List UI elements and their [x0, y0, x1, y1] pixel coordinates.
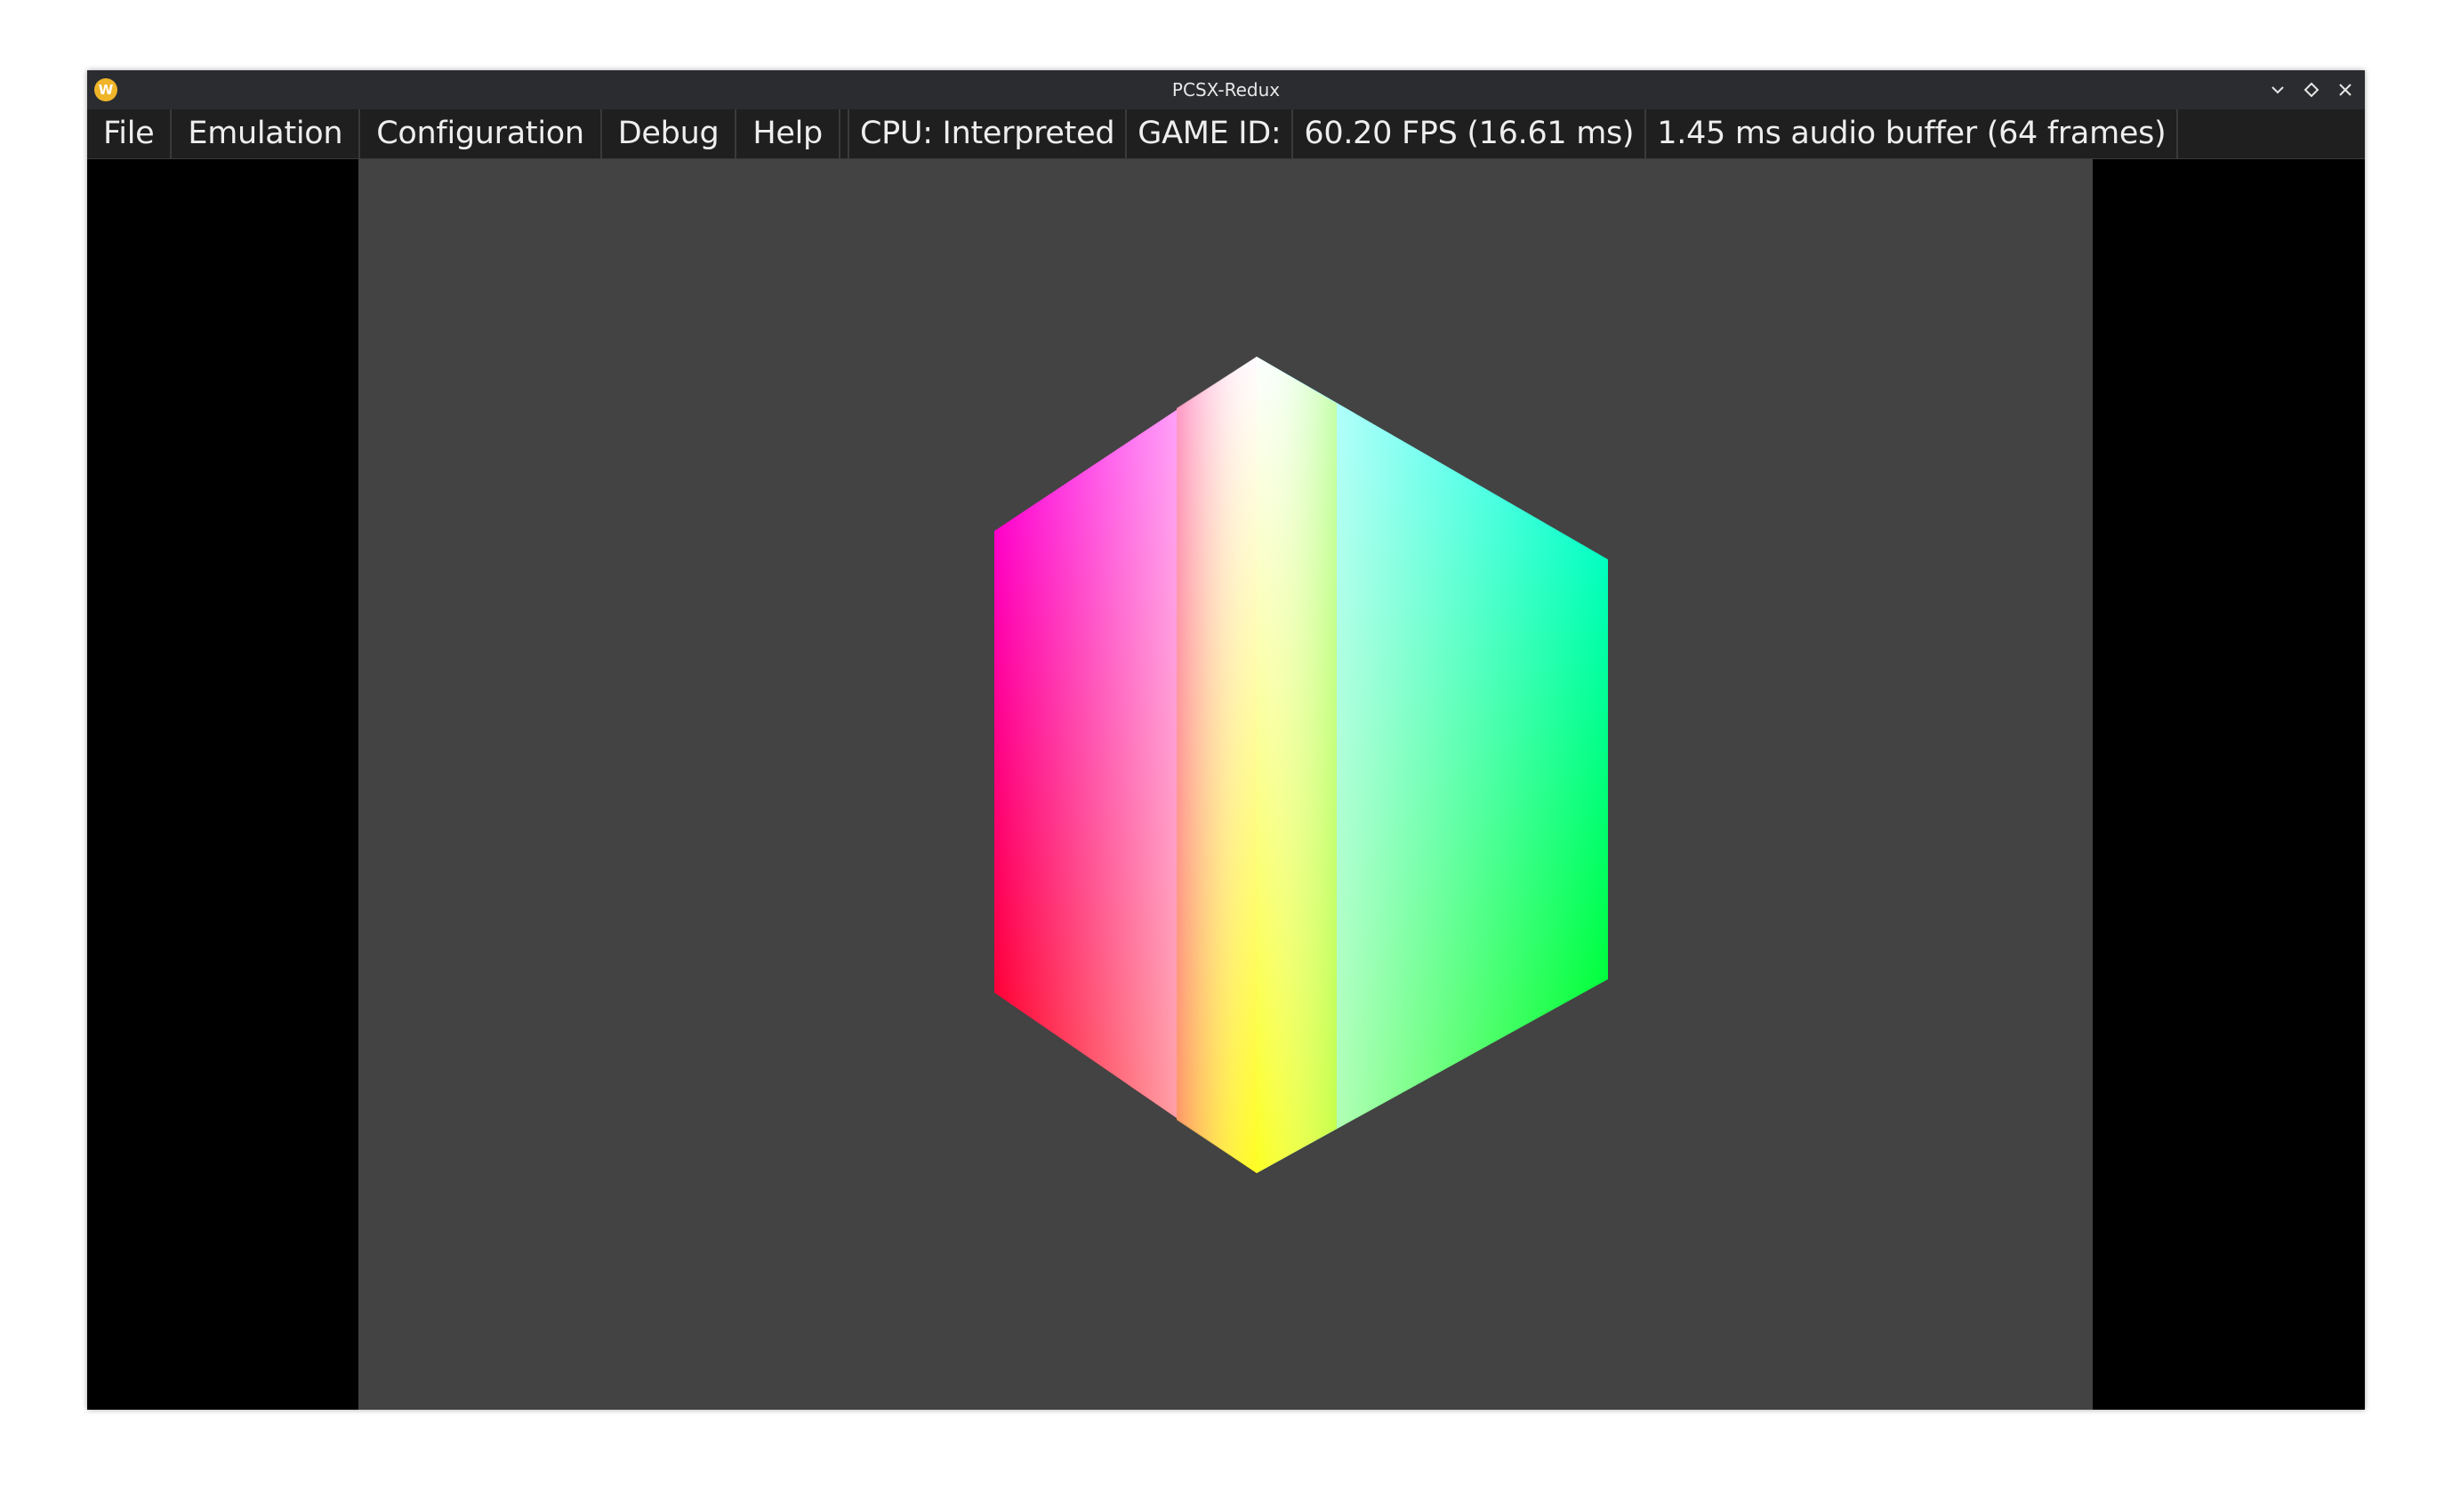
close-button[interactable] [2335, 79, 2356, 101]
menu-configuration[interactable]: Configuration [360, 109, 602, 158]
maximize-icon [2303, 82, 2319, 98]
menu-debug[interactable]: Debug [602, 109, 737, 158]
emulator-viewport [87, 159, 2365, 1410]
window-controls [2267, 70, 2356, 109]
rgb-color-cube [994, 357, 1608, 1173]
audio-buffer-status: 1.45 ms audio buffer (64 frames) [1646, 109, 2179, 158]
minimize-icon [2271, 86, 2284, 94]
minimize-button[interactable] [2267, 79, 2288, 101]
title-bar[interactable]: W PCSX-Redux [87, 70, 2365, 109]
maximize-button[interactable] [2301, 79, 2322, 101]
menu-separator [840, 109, 849, 158]
menu-help[interactable]: Help [736, 109, 840, 158]
menu-emulation[interactable]: Emulation [172, 109, 361, 158]
game-screen[interactable] [358, 159, 2093, 1410]
menu-file[interactable]: File [87, 109, 173, 158]
fps-status: 60.20 FPS (16.61 ms) [1293, 109, 1647, 158]
close-icon [2339, 84, 2352, 96]
menu-bar: File Emulation Configuration Debug Help … [87, 109, 2365, 159]
cpu-status: CPU: Interpreted [849, 109, 1128, 158]
game-id-status: GAME ID: [1127, 109, 1294, 158]
window-title: PCSX-Redux [1171, 79, 1281, 101]
app-window: W PCSX-Redux File Emulation Configuratio… [87, 70, 2365, 1410]
